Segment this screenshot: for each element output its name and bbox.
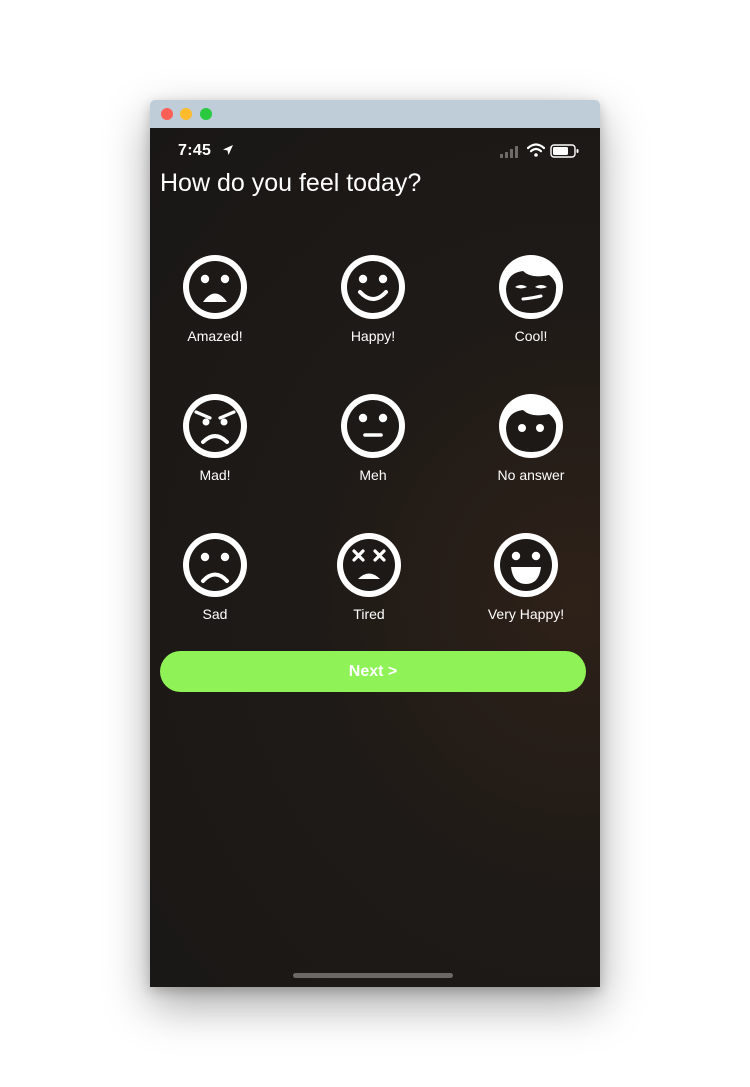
mood-label: Tired — [353, 606, 385, 622]
mood-label: Mad! — [199, 467, 231, 483]
mood-label: Happy! — [350, 328, 396, 344]
mood-option-no-answer[interactable]: No answer — [471, 390, 591, 490]
mood-option-mad[interactable]: Mad! — [155, 390, 275, 490]
mood-label: Amazed! — [187, 328, 243, 344]
window-titlebar — [150, 100, 600, 128]
close-window-button[interactable] — [161, 108, 173, 120]
happy-face-icon — [341, 255, 405, 319]
mood-option-amazed[interactable]: Amazed! — [155, 251, 275, 351]
meh-face-icon — [341, 394, 405, 458]
app-window: 7:45 How do you feel today? Amazed! Happ… — [150, 100, 600, 987]
sad-face-icon — [183, 533, 247, 597]
amazed-face-icon — [183, 255, 247, 319]
very-happy-face-icon — [494, 533, 558, 597]
mood-option-cool[interactable]: Cool! — [471, 251, 591, 351]
no-answer-face-icon — [499, 394, 563, 458]
phone-screen: 7:45 How do you feel today? Amazed! Happ… — [150, 128, 600, 987]
mood-option-meh[interactable]: Meh — [313, 390, 433, 490]
mood-label: Meh — [359, 467, 387, 483]
home-indicator[interactable] — [293, 973, 453, 978]
mood-option-happy[interactable]: Happy! — [313, 251, 433, 351]
mood-label: Sad — [202, 606, 228, 622]
mood-label: Very Happy! — [487, 606, 565, 622]
minimize-window-button[interactable] — [180, 108, 192, 120]
mood-option-tired[interactable]: Tired — [309, 529, 429, 629]
mood-label: Cool! — [514, 328, 548, 344]
mood-option-very-happy[interactable]: Very Happy! — [466, 529, 586, 629]
mood-label: No answer — [497, 467, 565, 483]
next-button[interactable]: Next > — [160, 651, 586, 692]
mood-grid: Amazed! Happy! Cool! Mad! Meh No answer … — [150, 128, 600, 728]
maximize-window-button[interactable] — [200, 108, 212, 120]
tired-face-icon — [337, 533, 401, 597]
cool-face-icon — [499, 255, 563, 319]
mood-option-sad[interactable]: Sad — [155, 529, 275, 629]
mad-face-icon — [183, 394, 247, 458]
